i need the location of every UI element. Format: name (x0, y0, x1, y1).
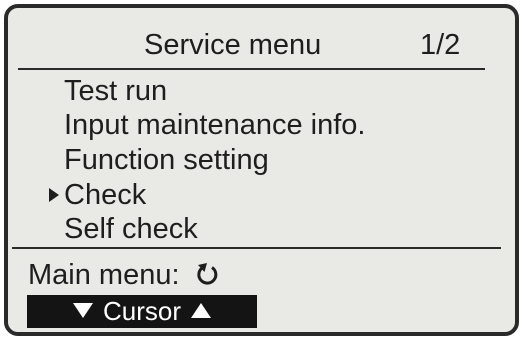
menu-item-label: Test run (64, 75, 168, 107)
menu-item-label: Check (64, 179, 147, 211)
header: Service menu 1/2 (8, 8, 515, 70)
menu-item-check[interactable]: Check (49, 178, 147, 212)
return-arrow-icon (196, 261, 220, 295)
page-indicator: 1/2 (420, 29, 461, 61)
menu-item-test-run[interactable]: Test run (64, 74, 167, 108)
header-divider (18, 68, 485, 70)
cursor-label: Cursor (102, 296, 181, 326)
footer-divider (12, 247, 501, 249)
main-menu-return[interactable]: Main menu: (28, 258, 220, 292)
menu-item-label: Self check (64, 213, 198, 245)
cursor-hint: Cursor (27, 295, 257, 328)
menu-item-input-maintenance-info[interactable]: Input maintenance info. (64, 108, 365, 142)
main-menu-label: Main menu: (28, 259, 180, 291)
menu-item-label: Function setting (64, 144, 269, 176)
menu-item-label: Input maintenance info. (64, 109, 366, 141)
lcd-screen: Service menu 1/2 Test run Input maintena… (4, 4, 519, 336)
menu-item-function-setting[interactable]: Function setting (64, 143, 269, 177)
selection-pointer-icon (49, 188, 59, 202)
menu-item-self-check[interactable]: Self check (64, 212, 198, 246)
down-triangle-icon (72, 303, 93, 318)
up-triangle-icon (191, 303, 211, 318)
page-title: Service menu (144, 29, 322, 61)
